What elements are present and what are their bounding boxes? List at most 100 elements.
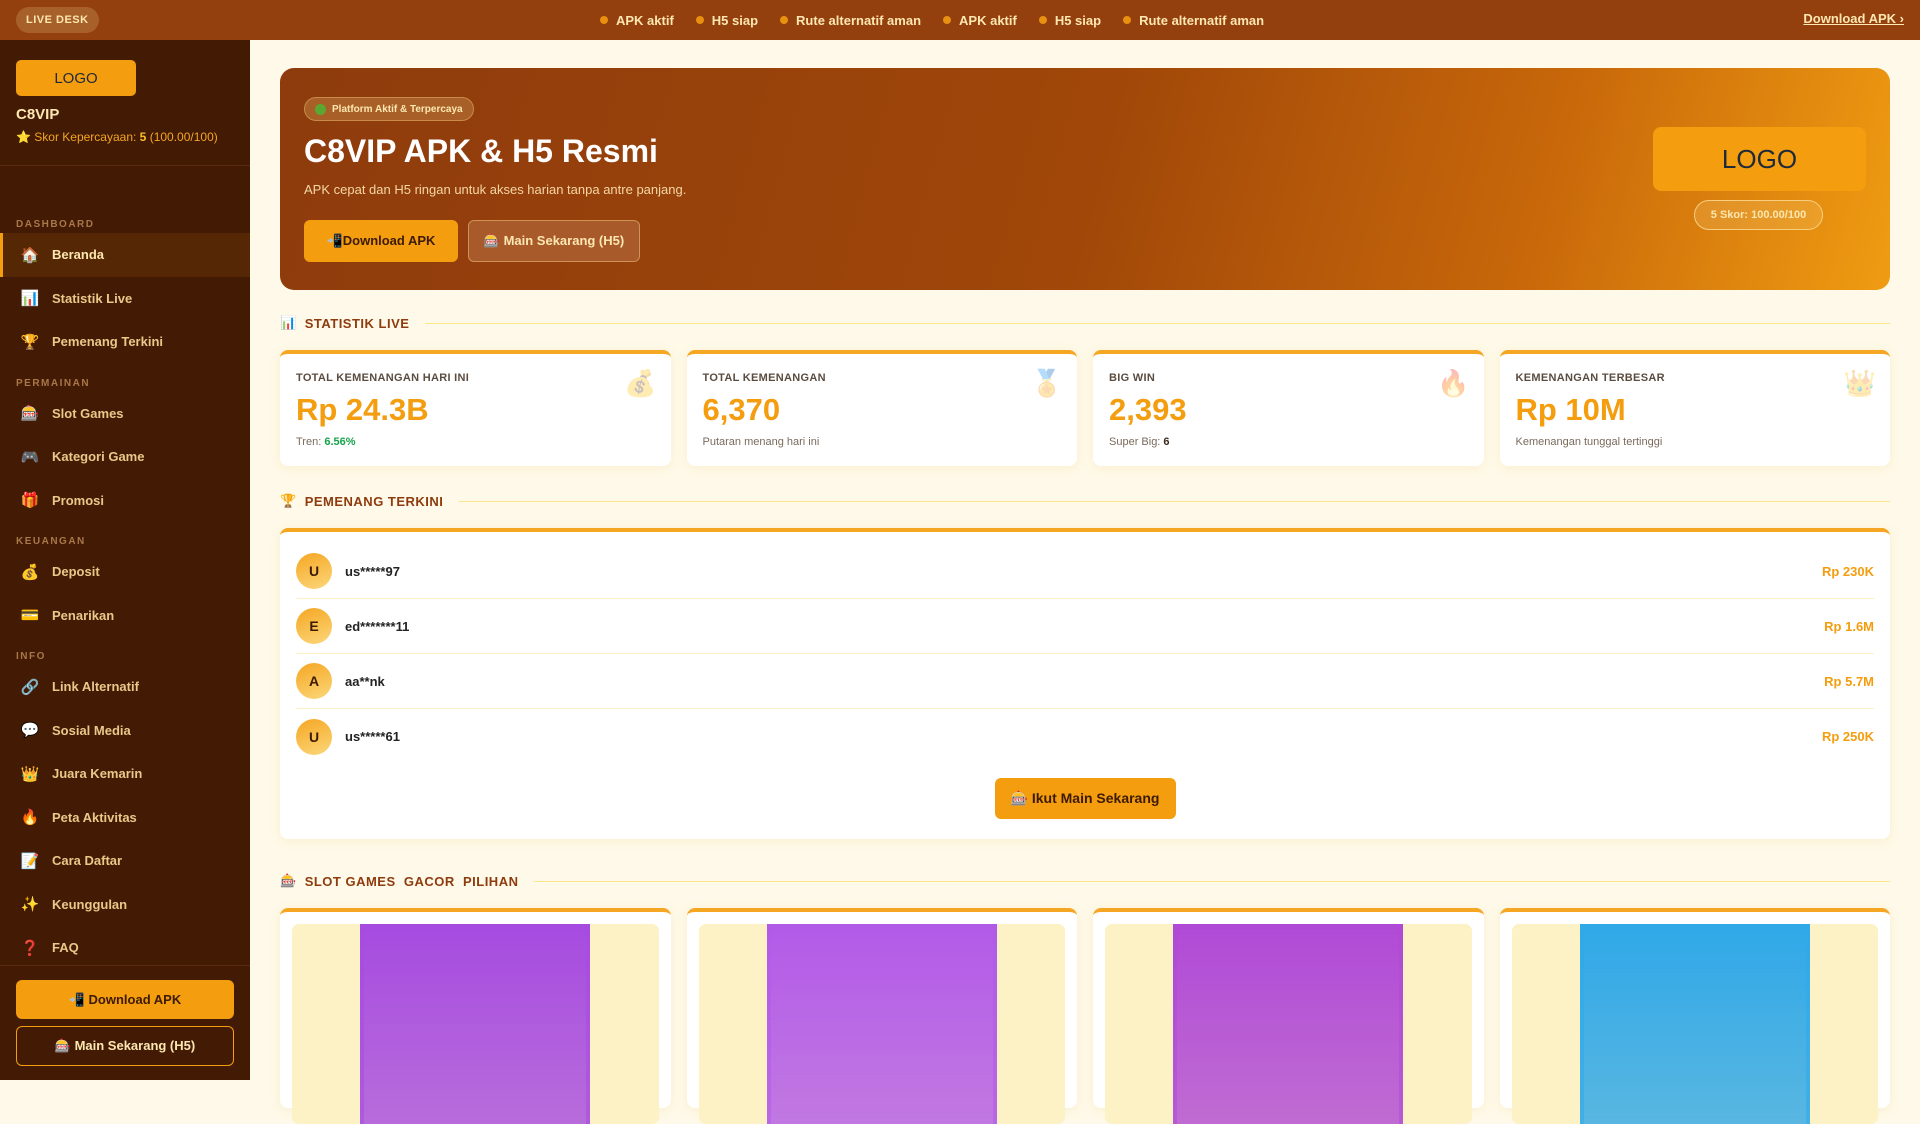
sidebar-item-label: Kategori Game <box>52 449 145 465</box>
avatar: E <box>296 608 332 644</box>
winner-amount: Rp 250K <box>1821 729 1874 744</box>
slot-game-card[interactable] <box>280 908 671 1124</box>
nav-icon: 🏠 <box>20 246 40 264</box>
nav-icon: 🎮 <box>20 448 40 466</box>
stat-card: TOTAL KEMENANGAN 6,370 Putaran menang hari… <box>686 350 1077 466</box>
winner-amount: Rp 1.6M <box>1824 618 1874 634</box>
stats-grid: TOTAL KEMENANGAN HARI INI Rp 24.3B Tren: 6… <box>280 350 1890 466</box>
sidebar-item-beranda[interactable]: 🏠 Beranda <box>0 233 250 277</box>
winner-row: Aaa**nk Rp 5.7M <box>296 654 1874 709</box>
winner-name: ed*******11 <box>345 618 410 634</box>
sidebar-download-apk-button[interactable]: 📲 Download APK <box>16 980 234 1019</box>
slot-thumbnail-frame <box>1511 924 1878 1124</box>
sidebar-item-sosial-media[interactable]: 💬 Sosial Media <box>0 709 250 753</box>
nav-icon: ❓ <box>20 939 40 957</box>
ticker-text: Rute alternatif aman <box>1139 12 1265 28</box>
slot-game-image[interactable] <box>1579 924 1810 1124</box>
avatar: U <box>296 718 332 755</box>
play-h5-button[interactable]: 🎰 Main Sekarang (H5) <box>468 220 640 262</box>
sidebar-item-pemenang-terkini[interactable]: 🏆 Pemenang Terkini <box>0 320 250 364</box>
sidebar-item-kategori-game[interactable]: 🎮 Kategori Game <box>0 435 250 479</box>
ticker-text: Rute alternatif aman <box>796 12 922 28</box>
ticker-text: H5 siap <box>1054 12 1102 28</box>
sidebar-logo[interactable]: LOGO <box>16 60 136 96</box>
status-dot-icon <box>695 16 704 24</box>
sidebar-play-h5-button[interactable]: 🎰 Main Sekarang (H5) <box>16 1026 234 1066</box>
stats-section-header: 📊 STATISTIK LIVE <box>280 313 1890 333</box>
sidebar-item-label: Sosial Media <box>52 722 131 738</box>
nav-icon: 🎁 <box>20 492 40 510</box>
sidebar-item-label: FAQ <box>52 940 79 956</box>
avatar: U <box>296 553 332 589</box>
stat-value: 2,393 <box>1109 392 1187 427</box>
sidebar-item-keunggulan[interactable]: ✨ Keunggulan <box>0 883 250 927</box>
slot-game-card[interactable] <box>1093 908 1484 1124</box>
ticker-item: H5 siap <box>1038 12 1102 28</box>
slots-section-header: 🎰 SLOT GAMES GACOR PILIHAN <box>280 871 1890 891</box>
status-dot-icon <box>1038 16 1047 24</box>
sidebar-item-faq[interactable]: ❓ FAQ <box>0 926 250 970</box>
sidebar-item-link-alternatif[interactable]: 🔗 Link Alternatif <box>0 665 250 709</box>
stat-label: BIG WIN <box>1109 372 1156 384</box>
download-apk-button[interactable]: 📲Download APK <box>304 220 458 262</box>
stat-sub-label: Super Big: <box>1109 436 1164 448</box>
status-dot-icon <box>1123 16 1132 24</box>
ticker-text: APK aktif <box>616 12 674 28</box>
nav-icon: 🏆 <box>20 333 40 351</box>
stat-sub-label: Kemenangan tunggal tertinggi <box>1515 436 1663 448</box>
trust-score-detail: (100.00/100) <box>146 130 218 144</box>
stat-icon: 💰 <box>624 368 657 398</box>
stat-subtext: Kemenangan tunggal tertinggi <box>1516 436 1875 448</box>
sidebar-item-label: Deposit <box>52 564 100 580</box>
slot-game-image[interactable] <box>766 924 997 1124</box>
stat-subtext: Tren: 6.56% <box>296 436 655 448</box>
nav-section-label: INFO <box>16 651 46 662</box>
winner-row: Eed*******11 Rp 1.6M <box>296 599 1874 654</box>
hero-subtitle: APK cepat dan H5 ringan untuk akses hari… <box>304 182 687 197</box>
ticker-item: APK aktif <box>943 13 1017 28</box>
stat-sub-label: Putaran menang hari ini <box>702 436 820 448</box>
sidebar-item-penarikan[interactable]: 💳 Penarikan <box>0 594 250 638</box>
nav-section-label: KEUANGAN <box>16 536 86 547</box>
sidebar-item-peta-aktivitas[interactable]: 🔥 Peta Aktivitas <box>0 796 250 840</box>
divider <box>425 322 1890 324</box>
hero-logo: LOGO <box>1653 127 1866 191</box>
ticker-item: Rute alternatif aman <box>1123 13 1264 28</box>
top-bar: LIVE DESK APK aktif H5 siap Rute alternati… <box>0 0 1920 40</box>
sidebar-item-cara-daftar[interactable]: 📝 Cara Daftar <box>0 839 250 883</box>
divider <box>0 165 250 166</box>
slot-game-card[interactable] <box>1499 908 1890 1124</box>
slot-game-card[interactable] <box>686 908 1077 1124</box>
winner-row: Uus*****61 Rp 250K <box>296 709 1874 764</box>
sidebar: LOGO C8VIP ⭐ Skor Kepercayaan: 5 (100.00… <box>0 40 250 1080</box>
slot-game-image[interactable] <box>1173 924 1404 1124</box>
sidebar-item-juara-kemarin[interactable]: 👑 Juara Kemarin <box>0 752 250 796</box>
sidebar-item-promosi[interactable]: 🎁 Promosi <box>0 479 250 523</box>
stat-subtext: Putaran menang hari ini <box>703 436 1062 448</box>
sidebar-item-deposit[interactable]: 💰 Deposit <box>0 550 250 594</box>
sidebar-item-label: Beranda <box>52 247 105 263</box>
sidebar-item-label: Peta Aktivitas <box>52 809 137 825</box>
nav-icon: 🔥 <box>20 809 40 827</box>
join-play-button[interactable]: 🎰 Ikut Main Sekarang <box>994 778 1176 819</box>
sidebar-item-label: Pemenang Terkini <box>52 334 164 350</box>
ticker: APK aktif H5 siap Rute alternatif aman APK … <box>600 0 1264 40</box>
ticker-item: Rute alternatif aman <box>780 13 921 28</box>
section-title: STATISTIK LIVE <box>304 315 410 331</box>
nav-icon: 💬 <box>20 722 40 740</box>
status-dot-icon <box>943 16 952 24</box>
winner-row: Uus*****97 Rp 230K <box>296 544 1874 599</box>
slot-game-image[interactable] <box>360 924 591 1124</box>
winner-name: us*****61 <box>345 729 400 744</box>
green-dot-icon <box>315 103 326 115</box>
nav-icon: 📊 <box>20 290 40 308</box>
stat-card: BIG WIN 2,393 Super Big: 6 🔥 <box>1093 350 1484 466</box>
status-dot-icon <box>600 16 608 24</box>
nav-icon: 🎰 <box>20 405 40 423</box>
sidebar-item-statistik-live[interactable]: 📊 Statistik Live <box>0 277 250 321</box>
slot-thumbnail-frame <box>698 924 1065 1124</box>
sidebar-item-slot-games[interactable]: 🎰 Slot Games <box>0 392 250 436</box>
download-apk-link[interactable]: Download APK › <box>1803 11 1904 26</box>
section-title: SLOT GAMES GACOR PILIHAN <box>304 873 519 889</box>
nav-icon: 👑 <box>20 765 40 783</box>
